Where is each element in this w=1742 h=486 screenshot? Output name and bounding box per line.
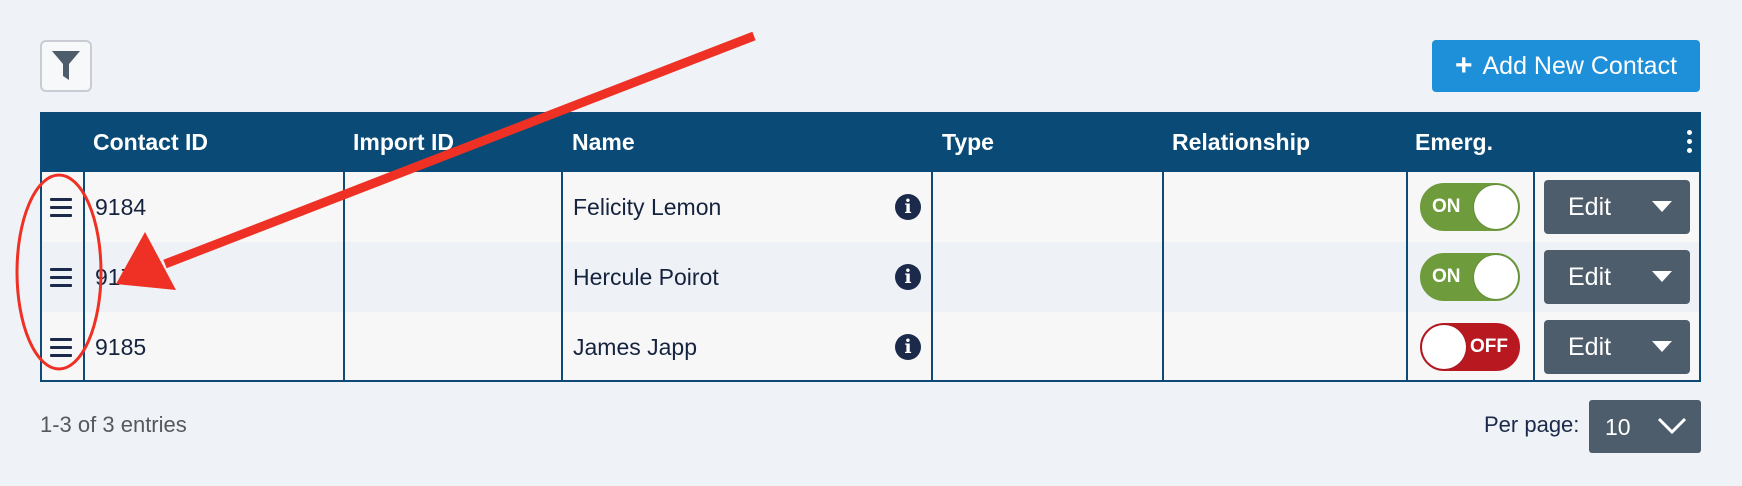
info-icon: i <box>895 334 921 360</box>
column-divider <box>1162 172 1164 380</box>
row-drag-handle[interactable] <box>50 242 72 312</box>
emergency-toggle[interactable]: OFF <box>1420 323 1520 371</box>
table-header: Contact ID Import ID Name Type Relations… <box>42 114 1699 172</box>
menu-icon <box>50 197 72 217</box>
column-header-emergency[interactable]: Emerg. <box>1415 129 1493 156</box>
contact-id-cell: 917 <box>95 263 134 290</box>
row-drag-handle[interactable] <box>50 172 72 242</box>
add-new-contact-label: Add New Contact <box>1482 51 1678 80</box>
per-page-select[interactable]: 10 <box>1589 400 1701 453</box>
emergency-toggle[interactable]: ON <box>1420 253 1520 301</box>
contact-id-cell: 9184 <box>95 193 147 220</box>
emergency-toggle[interactable]: ON <box>1420 183 1520 231</box>
column-divider <box>83 172 85 380</box>
contact-id-cell: 9185 <box>95 333 147 360</box>
column-header-relationship[interactable]: Relationship <box>1172 129 1310 156</box>
table-row: 9184 Felicity Lemon i ON Edit <box>42 172 1699 242</box>
menu-icon <box>50 337 72 357</box>
info-icon: i <box>895 194 921 220</box>
edit-button[interactable]: Edit <box>1544 180 1690 234</box>
entries-count: 1-3 of 3 entries <box>40 412 187 437</box>
plus-icon: + <box>1454 49 1473 82</box>
column-header-import-id[interactable]: Import ID <box>353 129 454 156</box>
column-options-icon[interactable] <box>1687 130 1693 153</box>
column-divider <box>1406 172 1408 380</box>
edit-button[interactable]: Edit <box>1544 250 1690 304</box>
chevron-down-icon[interactable] <box>1652 341 1672 352</box>
add-new-contact-button[interactable]: + Add New Contact <box>1432 40 1700 92</box>
name-cell: Felicity Lemon <box>573 193 722 220</box>
column-header-contact-id[interactable]: Contact ID <box>93 129 208 156</box>
table-row: 9185 James Japp i OFF Edit <box>42 312 1699 382</box>
column-divider <box>343 172 345 380</box>
info-icon: i <box>895 264 921 290</box>
per-page-value: 10 <box>1605 414 1631 440</box>
filter-icon <box>52 51 80 80</box>
name-cell: James Japp <box>573 333 698 360</box>
contacts-table: Contact ID Import ID Name Type Relations… <box>40 112 1701 382</box>
column-divider <box>931 172 933 380</box>
info-button[interactable]: i <box>895 172 921 242</box>
chevron-down-icon[interactable] <box>1652 201 1672 212</box>
column-divider <box>561 172 563 380</box>
toggle-knob <box>1422 325 1466 369</box>
row-drag-handle[interactable] <box>50 312 72 382</box>
table-row: 917 Hercule Poirot i ON Edit <box>42 242 1699 312</box>
info-button[interactable]: i <box>895 312 921 382</box>
column-header-type[interactable]: Type <box>942 129 994 156</box>
per-page-label: Per page: <box>1484 412 1580 437</box>
toggle-knob <box>1474 185 1518 229</box>
name-cell: Hercule Poirot <box>573 263 719 290</box>
chevron-down-icon <box>1657 417 1687 435</box>
chevron-down-icon[interactable] <box>1652 271 1672 282</box>
info-button[interactable]: i <box>895 242 921 312</box>
column-header-name[interactable]: Name <box>572 129 635 156</box>
edit-button[interactable]: Edit <box>1544 320 1690 374</box>
filter-button[interactable] <box>40 40 92 92</box>
menu-icon <box>50 267 72 287</box>
column-divider <box>1533 172 1535 380</box>
toggle-knob <box>1474 255 1518 299</box>
